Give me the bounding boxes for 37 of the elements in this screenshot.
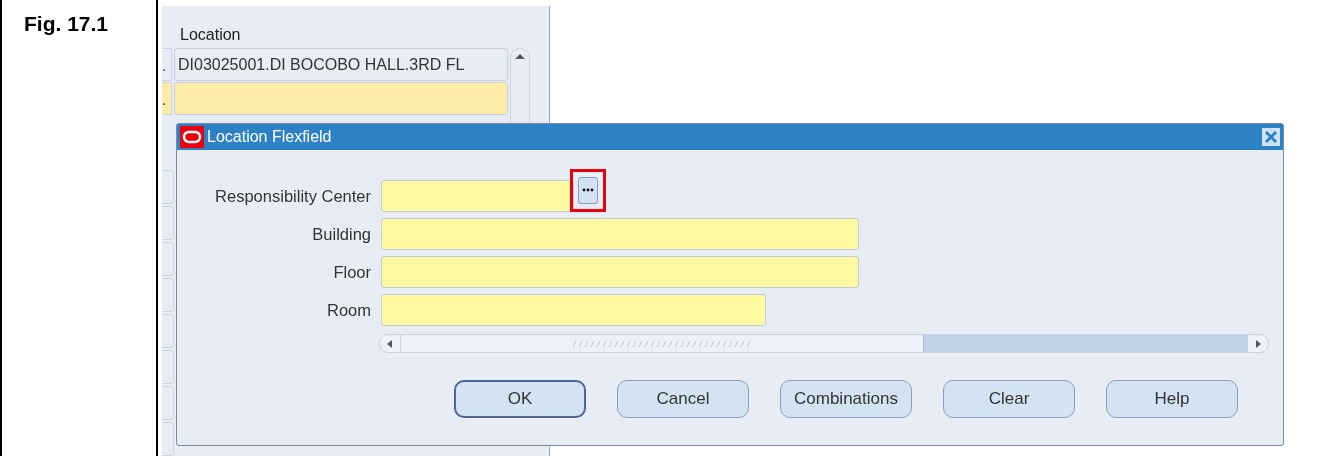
window-title: Location Flexfield xyxy=(207,128,333,146)
row-cell: . xyxy=(162,82,172,115)
field-label: Building xyxy=(311,224,371,244)
row-stub xyxy=(162,350,174,384)
row-stub xyxy=(162,170,174,204)
location-field[interactable]: DI03025001.DI BOCOBO HALL.3RD FL xyxy=(174,48,508,81)
ellipsis-icon xyxy=(582,188,594,192)
figure-label: Fig. 17.1 xyxy=(24,12,109,35)
row-stub xyxy=(162,206,174,240)
input-field[interactable] xyxy=(381,180,574,212)
column-header: Location xyxy=(180,26,241,43)
dialog-button[interactable]: OK xyxy=(454,380,586,418)
horizontal-scrollbar[interactable] xyxy=(379,334,1269,353)
field-label: Floor xyxy=(332,262,371,282)
grip-icon xyxy=(572,339,752,348)
field-label: Responsibility Center xyxy=(214,186,371,206)
row-stub xyxy=(162,386,174,420)
left-arrow-icon[interactable] xyxy=(385,337,395,350)
dialog-button[interactable]: Help xyxy=(1106,380,1238,418)
dialog-button[interactable]: Cancel xyxy=(617,380,749,418)
row-stub xyxy=(162,422,174,456)
dialog-button[interactable]: Combinations xyxy=(780,380,912,418)
location-field[interactable] xyxy=(174,82,508,115)
ellipsis-button[interactable] xyxy=(578,176,598,204)
close-icon[interactable] xyxy=(1262,128,1280,146)
row-stub xyxy=(162,278,174,312)
input-field[interactable] xyxy=(381,218,859,250)
input-field[interactable] xyxy=(381,294,766,326)
dialog-button[interactable]: Clear xyxy=(943,380,1075,418)
field-label: Room xyxy=(326,300,371,320)
row-stub xyxy=(162,314,174,348)
row-stub xyxy=(162,242,174,276)
right-arrow-icon[interactable] xyxy=(1253,337,1263,350)
logo-icon xyxy=(180,126,204,148)
scroll-thumb[interactable] xyxy=(400,335,924,352)
input-field[interactable] xyxy=(381,256,859,288)
row-cell: . xyxy=(162,48,172,81)
